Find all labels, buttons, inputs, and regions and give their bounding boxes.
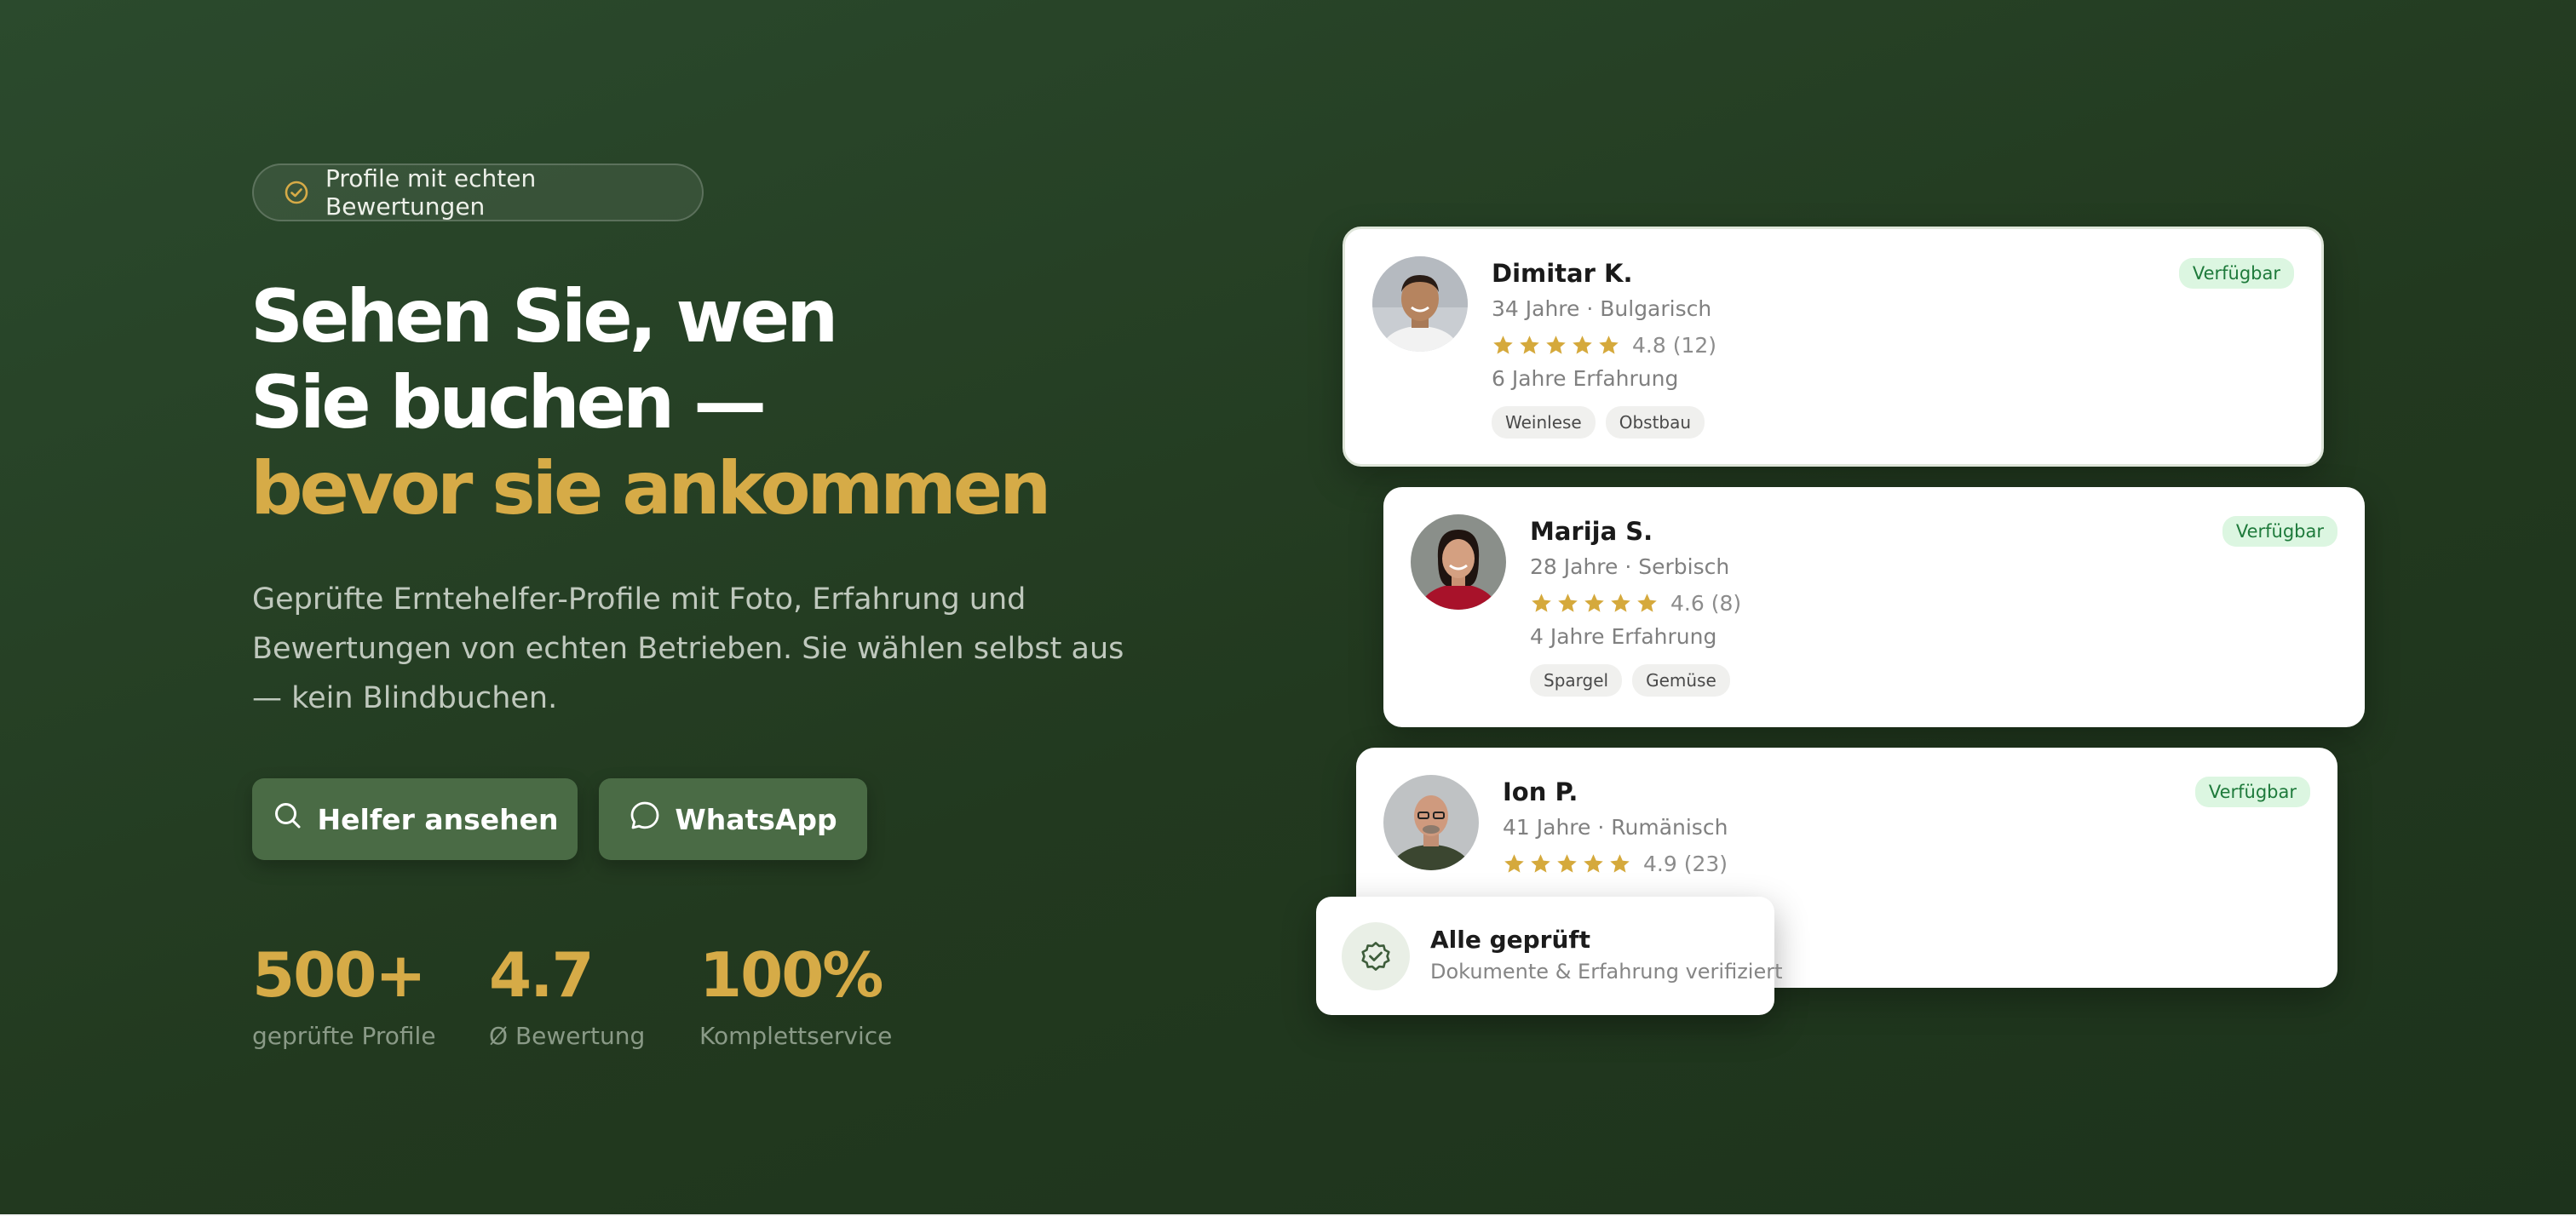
star-icon [1584,853,1603,873]
whatsapp-button[interactable]: WhatsApp [599,778,867,860]
rating-text: 4.6 (8) [1670,590,1742,616]
stat-profiles: 500+ geprüfte Profile [252,938,436,1050]
skill-tags: Spargel Gemüse [1530,664,1741,697]
rating: 4.6 (8) [1530,589,1741,617]
verified-title: Alle geprüft [1430,926,1590,954]
hero-badge: Profile mit echten Bewertungen [252,163,704,221]
helper-card[interactable]: Dimitar K. 34 Jahre · Bulgarisch 4.8 (12… [1343,227,2324,467]
headline-line-1: Sehen Sie, wen [250,274,838,359]
avatar [1383,775,1479,870]
badge-text: Profile mit echten Bewertungen [325,164,537,221]
skill-tag: Obstbau [1605,406,1705,439]
stat-rating: 4.7 Ø Bewertung [489,938,645,1050]
stat-value: 500+ [252,939,427,1011]
star-icon [1611,593,1630,612]
rating: 4.8 (12) [1492,331,1716,358]
headline-line-3: bevor sie ankommen [250,446,1051,531]
star-icon [1504,853,1524,873]
stat-service: 100% Komplettservice [699,938,892,1050]
star-icon [1520,335,1539,354]
helper-card[interactable]: Marija S. 28 Jahre · Serbisch 4.6 (8) 4 … [1383,487,2365,727]
stat-value: 100% [699,939,883,1011]
lead-paragraph: Geprüfte Erntehelfer-Profile mit Foto, E… [252,582,1124,715]
skill-tag: Spargel [1530,664,1623,697]
whatsapp-label: WhatsApp [675,802,837,836]
rating-text: 4.8 (12) [1632,332,1717,358]
helper-experience: 4 Jahre Erfahrung [1530,624,1717,649]
star-icon [1531,853,1550,873]
star-icon [1532,593,1551,612]
star-icon [1637,593,1657,612]
skill-tag: Weinlese [1492,406,1596,439]
star-icon [1599,335,1619,354]
star-icon [1584,593,1604,612]
star-icon [1546,335,1566,354]
helper-name: Ion P. [1503,777,1578,806]
search-icon [272,800,304,839]
star-icon [1557,853,1577,873]
helper-meta: 34 Jahre · Bulgarisch [1492,296,1712,321]
rating-text: 4.9 (23) [1643,851,1728,876]
headline-line-2: Sie buchen — [250,360,767,445]
stat-value: 4.7 [489,939,595,1011]
stat-label: Ø Bewertung [489,1022,646,1050]
rating: 4.9 (23) [1503,850,1728,877]
helper-name: Dimitar K. [1492,259,1633,288]
status-badge: Verfügbar [2194,777,2310,807]
chat-bubble-icon [629,800,661,839]
stat-label: Komplettservice [699,1022,893,1050]
verified-notice: Alle geprüft Dokumente & Erfahrung verif… [1316,897,1783,1015]
verified-badge-icon [1342,922,1410,990]
view-helpers-button[interactable]: Helfer ansehen [252,778,578,860]
avatar [1372,256,1468,352]
star-icon [1493,335,1513,354]
skill-tags: Weinlese Obstbau [1492,406,1716,439]
star-icon [1610,853,1630,873]
status-badge: Verfügbar [2222,516,2337,547]
star-icon [1558,593,1578,612]
avatar [1411,514,1506,610]
status-badge: Verfügbar [2178,258,2294,289]
helper-name: Marija S. [1530,517,1653,546]
helper-meta: 41 Jahre · Rumänisch [1503,815,1728,840]
stat-label: geprüfte Profile [252,1022,436,1050]
skill-tag: Gemüse [1632,664,1730,697]
check-circle-icon [283,179,310,206]
star-icon [1573,335,1592,354]
page-title: Sehen Sie, wen Sie buchen — bevor sie an… [250,274,1051,532]
helper-experience: 6 Jahre Erfahrung [1492,366,1679,391]
view-helpers-label: Helfer ansehen [317,802,559,836]
helper-meta: 28 Jahre · Serbisch [1530,554,1730,579]
verified-subtitle: Dokumente & Erfahrung verifiziert [1430,960,1783,984]
